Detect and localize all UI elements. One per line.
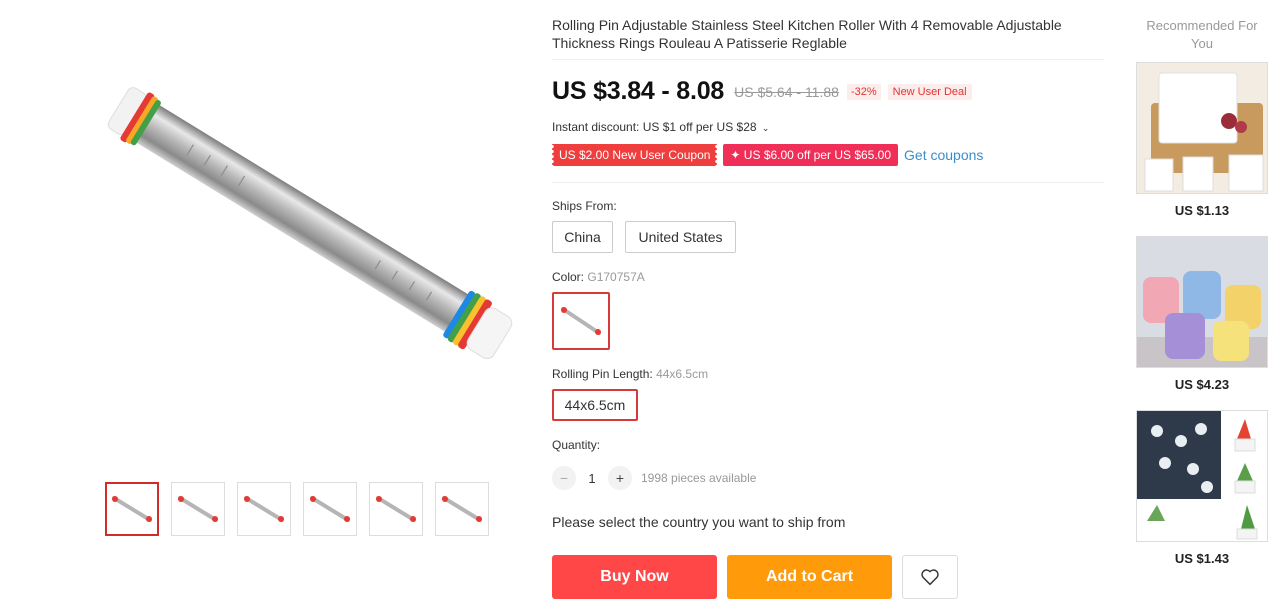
- current-price: US $3.84 - 8.08: [552, 77, 725, 105]
- ships-from-label: Ships From:: [552, 199, 617, 213]
- thumbnail-1[interactable]: [105, 482, 159, 536]
- recommended-item-3-price[interactable]: US $1.43: [1136, 551, 1268, 566]
- thumbnail-4[interactable]: [303, 482, 357, 536]
- color-label: Color:: [552, 270, 585, 284]
- recommended-item-2-image[interactable]: [1136, 236, 1268, 368]
- quantity-stepper: − 1 + 1998 pieces available: [552, 466, 756, 490]
- new-user-deal-badge: New User Deal: [887, 83, 972, 100]
- divider: [552, 59, 1104, 60]
- length-label: Rolling Pin Length:: [552, 367, 653, 381]
- thumbnail-5[interactable]: [369, 482, 423, 536]
- quantity-decrease-button[interactable]: −: [552, 466, 576, 490]
- price-row: US $3.84 - 8.08 US $5.64 - 11.88 -32% Ne…: [552, 77, 972, 106]
- color-label-row: Color: G170757A: [552, 270, 645, 284]
- product-title: Rolling Pin Adjustable Stainless Steel K…: [552, 17, 1062, 51]
- heart-icon: [921, 569, 939, 586]
- coupon-row: US $2.00 New User Coupon ✦ US $6.00 off …: [552, 144, 983, 166]
- ship-from-china[interactable]: China: [552, 221, 613, 253]
- ship-from-united-states[interactable]: United States: [625, 221, 736, 253]
- recommended-title: Recommended For You: [1146, 18, 1258, 51]
- length-value: 44x6.5cm: [656, 367, 709, 381]
- instant-discount-text: Instant discount: US $1 off per US $28: [552, 120, 757, 134]
- length-option-44x6-5cm[interactable]: 44x6.5cm: [552, 389, 638, 421]
- length-label-row: Rolling Pin Length: 44x6.5cm: [552, 367, 708, 381]
- available-stock: 1998 pieces available: [641, 471, 757, 485]
- buy-now-button[interactable]: Buy Now: [552, 555, 717, 599]
- new-user-coupon[interactable]: US $2.00 New User Coupon: [552, 144, 718, 166]
- recommended-item-3-image[interactable]: [1136, 410, 1268, 542]
- divider: [552, 182, 1104, 183]
- recommended-item-1-price[interactable]: US $1.13: [1136, 203, 1268, 218]
- thumbnail-3[interactable]: [237, 482, 291, 536]
- main-product-image[interactable]: [70, 60, 530, 420]
- thumbnail-2[interactable]: [171, 482, 225, 536]
- store-coupon[interactable]: ✦ US $6.00 off per US $65.00: [723, 144, 899, 166]
- quantity-increase-button[interactable]: +: [608, 466, 632, 490]
- original-price: US $5.64 - 11.88: [734, 83, 839, 100]
- get-coupons-link[interactable]: Get coupons: [904, 147, 983, 163]
- quantity-label: Quantity:: [552, 438, 601, 452]
- chevron-down-icon: ⌄: [761, 123, 770, 133]
- recommended-item-1-image[interactable]: [1136, 62, 1268, 194]
- ship-country-message: Please select the country you want to sh…: [552, 514, 846, 530]
- recommended-item-2-price[interactable]: US $4.23: [1136, 377, 1268, 392]
- color-value: G170757A: [587, 270, 645, 284]
- quantity-input[interactable]: 1: [576, 471, 608, 486]
- discount-badge: -32%: [846, 83, 881, 100]
- thumbnail-strip: [105, 482, 489, 536]
- color-swatch-selected[interactable]: [552, 292, 610, 350]
- thumbnail-6[interactable]: [435, 482, 489, 536]
- wishlist-button[interactable]: [902, 555, 958, 599]
- add-to-cart-button[interactable]: Add to Cart: [727, 555, 892, 599]
- instant-discount[interactable]: Instant discount: US $1 off per US $28 ⌄: [552, 120, 769, 134]
